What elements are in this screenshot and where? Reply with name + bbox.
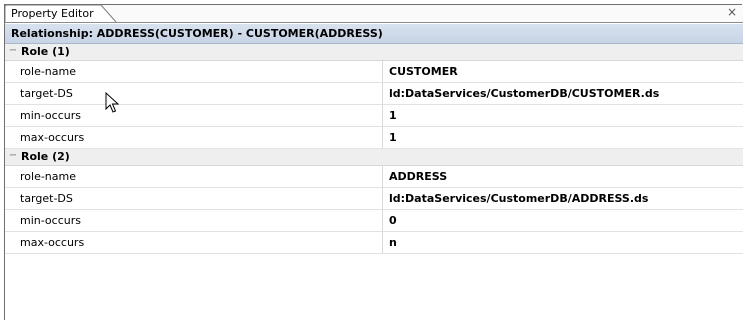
property-row[interactable]: role-name ADDRESS: [5, 166, 743, 188]
close-icon[interactable]: ×: [727, 5, 737, 19]
group-label: Role (2): [21, 150, 70, 163]
property-name: max-occurs: [5, 127, 383, 148]
tab-label: Property Editor: [11, 7, 94, 20]
property-name: role-name: [5, 61, 383, 82]
collapse-icon[interactable]: −: [7, 150, 19, 161]
property-value[interactable]: ld:DataServices/CustomerDB/ADDRESS.ds: [389, 188, 648, 209]
property-value[interactable]: ld:DataServices/CustomerDB/CUSTOMER.ds: [389, 83, 659, 104]
property-row[interactable]: role-name CUSTOMER: [5, 61, 743, 83]
property-value[interactable]: 0: [389, 210, 397, 231]
relationship-title: Relationship: ADDRESS(CUSTOMER) - CUSTOM…: [11, 27, 383, 40]
relationship-header: Relationship: ADDRESS(CUSTOMER) - CUSTOM…: [5, 24, 743, 44]
tab-strip: Property Editor ×: [5, 5, 743, 23]
property-table: − Role (1) role-name CUSTOMER target-DS …: [5, 44, 743, 254]
property-name: min-occurs: [5, 105, 383, 126]
property-name: role-name: [5, 166, 383, 187]
property-row[interactable]: max-occurs 1: [5, 127, 743, 149]
mouse-pointer-icon: [105, 92, 119, 113]
property-value[interactable]: CUSTOMER: [389, 61, 458, 82]
property-name: max-occurs: [5, 232, 383, 253]
property-row[interactable]: min-occurs 0: [5, 210, 743, 232]
property-value[interactable]: 1: [389, 105, 397, 126]
property-name: min-occurs: [5, 210, 383, 231]
property-name: target-DS: [5, 188, 383, 209]
group-row-role-2[interactable]: − Role (2): [5, 149, 743, 166]
property-value[interactable]: n: [389, 232, 397, 253]
group-label: Role (1): [21, 45, 70, 58]
collapse-icon[interactable]: −: [7, 45, 19, 56]
property-row[interactable]: target-DS ld:DataServices/CustomerDB/ADD…: [5, 188, 743, 210]
property-value[interactable]: 1: [389, 127, 397, 148]
property-row[interactable]: max-occurs n: [5, 232, 743, 254]
property-name: target-DS: [5, 83, 383, 104]
property-editor-panel: Property Editor × Relationship: ADDRESS(…: [4, 4, 743, 320]
property-value[interactable]: ADDRESS: [389, 166, 447, 187]
group-row-role-1[interactable]: − Role (1): [5, 44, 743, 61]
